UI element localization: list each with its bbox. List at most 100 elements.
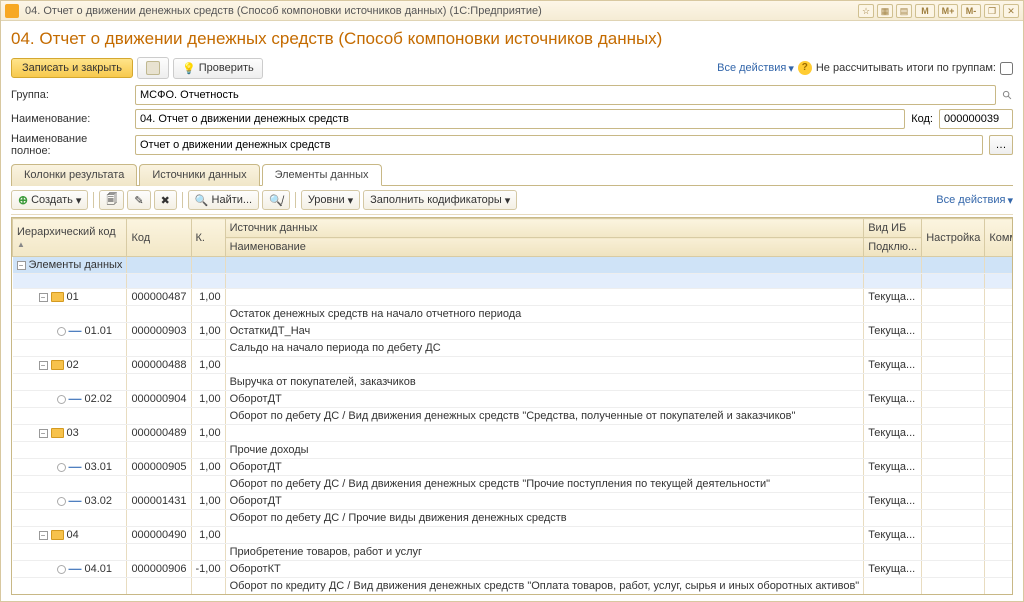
code-field[interactable] [939,109,1013,129]
table-row[interactable]: Оборот по кредиту ДС / Вид движения дене… [13,578,1014,595]
src-cell: ОборотДТ [225,391,864,408]
grid-toolbar: ⊕Создать ▾ 🗐 ✎ ✖ 🔍Найти... 🔍̸ Уровни ▾ З… [11,186,1013,215]
col-src[interactable]: Источник данных [225,219,864,238]
name-field[interactable] [135,109,905,129]
name-cell: Выручка от покупателей, заказчиков [225,374,864,391]
k-cell: 1,00 [191,459,225,476]
collapse-icon[interactable]: − [39,429,48,438]
group-label: Группа: [11,89,129,101]
dash-icon: — [69,497,82,505]
col-code[interactable]: Код [127,219,191,257]
ib-cell: Текуща... [864,357,922,374]
table-row[interactable]: Оборот по дебету ДС / Вид движения денеж… [13,476,1014,493]
tb-tool-3[interactable]: ▤ [896,4,912,18]
copy-button[interactable]: 🗐 [99,190,124,210]
help-icon[interactable]: ? [798,61,812,75]
table-row[interactable]: Сальдо на начало периода по дебету ДС [13,340,1014,357]
col-hier[interactable]: Иерархический код ▲ [13,219,127,257]
k-cell: 1,00 [191,357,225,374]
name-cell: Приобретение товаров, работ и услуг [225,544,864,561]
table-row[interactable]: − 030000004891,00Текуща... [13,425,1014,442]
all-actions-dropdown[interactable]: Все действия ▾ [717,62,794,75]
delete-button[interactable]: ✖ [154,190,177,210]
tab-data-sources[interactable]: Источники данных [139,164,259,186]
group-field[interactable] [135,85,996,105]
create-button[interactable]: ⊕Создать ▾ [11,190,88,210]
table-row[interactable]: − 040000004901,00Текуща... [13,527,1014,544]
table-row[interactable]: — 01.010000009031,00ОстаткиДТ_НачТекуща.… [13,323,1014,340]
collapse-icon[interactable]: − [39,361,48,370]
tb-tool-2[interactable]: ▦ [877,4,893,18]
name-cell: Оборот по дебету ДС / Вид движения денеж… [225,408,864,425]
k-cell: 1,00 [191,323,225,340]
tb-restore[interactable]: ❐ [984,4,1000,18]
tb-tool-1[interactable]: ☆ [858,4,874,18]
find-button[interactable]: 🔍Найти... [188,190,259,210]
table-row[interactable]: − 050000004911,00Текуща... [13,595,1014,596]
main-toolbar: Записать и закрыть 💡Проверить Все действ… [11,57,1013,79]
fill-codifiers-button[interactable]: Заполнить кодификаторы ▾ [363,190,517,210]
fullname-label: Наименование полное: [11,133,129,157]
collapse-icon[interactable]: − [39,293,48,302]
save-button[interactable] [137,57,169,79]
table-row[interactable]: — 03.020000014311,00ОборотДТТекуща... [13,493,1014,510]
fullname-more-button[interactable]: … [989,135,1013,155]
tb-m[interactable]: M [915,4,935,18]
code-cell: 000000906 [127,561,191,578]
code-cell: 000000905 [127,459,191,476]
table-row[interactable]: — 04.01000000906-1,00ОборотКТТекуща... [13,561,1014,578]
table-row[interactable]: Приобретение товаров, работ и услуг [13,544,1014,561]
no-group-totals-checkbox[interactable] [1000,62,1013,75]
table-row[interactable]: − 010000004871,00Текуща... [13,289,1014,306]
clear-find-button[interactable]: 🔍̸ [262,190,290,210]
col-sub-conn[interactable]: Подклю... [864,238,922,257]
k-cell: 1,00 [191,527,225,544]
src-cell: ОборотДТ [225,459,864,476]
code-label: Код: [911,113,933,125]
levels-button[interactable]: Уровни ▾ [301,190,360,210]
collapse-icon[interactable]: − [39,531,48,540]
table-row[interactable]: Оборот по дебету ДС / Прочие виды движен… [13,510,1014,527]
table-row[interactable]: Прочие доходы [13,442,1014,459]
folder-icon [51,292,64,302]
disk-icon [146,61,160,75]
tb-m-minus[interactable]: M- [961,4,981,18]
check-label: Проверить [199,62,254,74]
close-icon[interactable]: ✕ [1003,4,1019,18]
table-row[interactable]: Остаток денежных средств на начало отчет… [13,306,1014,323]
tab-result-columns[interactable]: Колонки результата [11,164,137,186]
col-sub-name[interactable]: Наименование [225,238,864,257]
k-cell: 1,00 [191,425,225,442]
table-row[interactable]: — 03.010000009051,00ОборотДТТекуща... [13,459,1014,476]
ib-cell: Текуща... [864,493,922,510]
folder-icon [51,360,64,370]
tab-data-elements[interactable]: Элементы данных [262,164,382,186]
table-row[interactable] [13,274,1014,289]
table-row-root[interactable]: −Элементы данных [13,257,1014,274]
table-row[interactable]: — 02.020000009041,00ОборотДТТекуща... [13,391,1014,408]
dash-icon: — [69,395,82,403]
edit-button[interactable]: ✎ [127,190,150,210]
tb-m-plus[interactable]: M+ [938,4,958,18]
folder-icon [51,428,64,438]
table-row[interactable]: Оборот по дебету ДС / Вид движения денеж… [13,408,1014,425]
check-button[interactable]: 💡Проверить [173,58,263,79]
hier-code: 02 [67,359,79,371]
collapse-icon[interactable]: − [17,261,26,270]
table-row[interactable]: Выручка от покупателей, заказчиков [13,374,1014,391]
ib-cell: Текуща... [864,323,922,340]
col-k[interactable]: К. [191,219,225,257]
search-icon[interactable] [1002,90,1013,101]
col-set[interactable]: Настройка [922,219,985,257]
fullname-field[interactable] [135,135,983,155]
folder-icon [51,530,64,540]
col-ib[interactable]: Вид ИБ [864,219,922,238]
ib-cell: Текуща... [864,527,922,544]
grid-all-actions-dropdown[interactable]: Все действия ▾ [936,194,1013,207]
save-close-button[interactable]: Записать и закрыть [11,58,133,78]
grid[interactable]: Иерархический код ▲ Код К. Источник данн… [11,217,1013,595]
table-row[interactable]: − 020000004881,00Текуща... [13,357,1014,374]
name-cell: Прочие доходы [225,442,864,459]
hier-code: 03 [67,427,79,439]
col-com[interactable]: Коммен... [985,219,1013,257]
